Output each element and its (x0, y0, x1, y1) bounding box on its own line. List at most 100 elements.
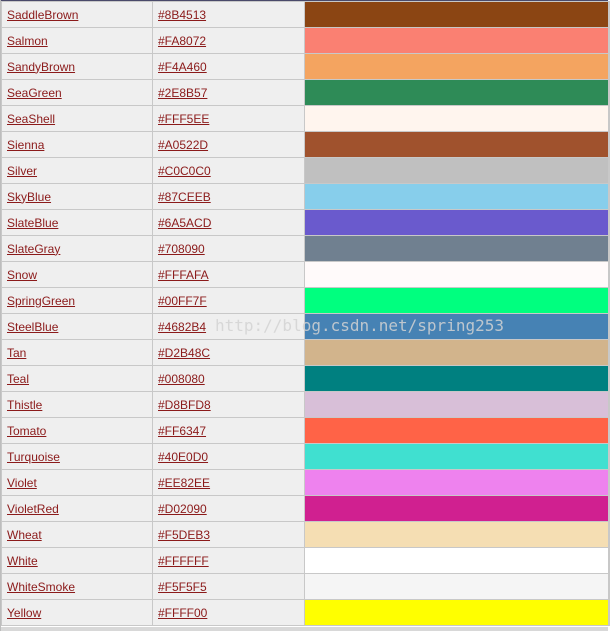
color-name-link[interactable]: WhiteSmoke (7, 580, 75, 594)
color-swatch (304, 391, 610, 418)
color-hex-cell: #FF6347 (152, 417, 305, 444)
color-hex-cell: #A0522D (152, 131, 305, 158)
color-name-link[interactable]: Thistle (7, 398, 42, 412)
color-swatch (304, 495, 610, 522)
color-hex-cell: #FFFFFF (152, 547, 305, 574)
color-name-link[interactable]: SeaGreen (7, 86, 62, 100)
color-hex-link[interactable]: #6A5ACD (158, 216, 211, 230)
color-hex-cell: #2E8B57 (152, 79, 305, 106)
color-hex-cell: #87CEEB (152, 183, 305, 210)
color-swatch (304, 209, 610, 236)
color-name-link[interactable]: SpringGreen (7, 294, 75, 308)
color-hex-cell: #F4A460 (152, 53, 305, 80)
table-row: Yellow #FFFF00 (1, 599, 610, 626)
color-name-cell: SandyBrown (1, 53, 153, 80)
table-row: SeaShell #FFF5EE (1, 105, 610, 132)
color-name-link[interactable]: SteelBlue (7, 320, 58, 334)
color-name-link[interactable]: SeaShell (7, 112, 55, 126)
color-swatch (304, 469, 610, 496)
table-row: Sienna #A0522D (1, 131, 610, 158)
color-name-cell: Sienna (1, 131, 153, 158)
color-name-cell: VioletRed (1, 495, 153, 522)
table-row: Snow #FFFAFA (1, 261, 610, 288)
table-row: Tan #D2B48C (1, 339, 610, 366)
color-hex-link[interactable]: #2E8B57 (158, 86, 207, 100)
color-hex-link[interactable]: #008080 (158, 372, 205, 386)
color-hex-link[interactable]: #FFFF00 (158, 606, 207, 620)
color-swatch (304, 573, 610, 600)
color-name-link[interactable]: Silver (7, 164, 37, 178)
color-name-link[interactable]: White (7, 554, 38, 568)
color-name-cell: Tan (1, 339, 153, 366)
color-name-link[interactable]: SandyBrown (7, 60, 75, 74)
table-row: Silver #C0C0C0 (1, 157, 610, 184)
color-hex-link[interactable]: #8B4513 (158, 8, 206, 22)
color-hex-cell: #008080 (152, 365, 305, 392)
color-swatch (304, 183, 610, 210)
color-hex-link[interactable]: #00FF7F (158, 294, 207, 308)
color-name-link[interactable]: Sienna (7, 138, 44, 152)
color-swatch (304, 157, 610, 184)
color-hex-link[interactable]: #FFF5EE (158, 112, 209, 126)
color-hex-cell: #F5DEB3 (152, 521, 305, 548)
color-hex-link[interactable]: #D02090 (158, 502, 207, 516)
color-name-cell: Tomato (1, 417, 153, 444)
color-name-cell: Silver (1, 157, 153, 184)
color-hex-link[interactable]: #87CEEB (158, 190, 211, 204)
color-hex-link[interactable]: #F5F5F5 (158, 580, 207, 594)
color-hex-link[interactable]: #FFFAFA (158, 268, 209, 282)
color-swatch (304, 313, 610, 340)
color-swatch (304, 547, 610, 574)
color-swatch (304, 287, 610, 314)
color-name-link[interactable]: Wheat (7, 528, 42, 542)
color-name-cell: Salmon (1, 27, 153, 54)
table-row: Salmon #FA8072 (1, 27, 610, 54)
color-name-link[interactable]: VioletRed (7, 502, 59, 516)
color-name-link[interactable]: Tan (7, 346, 26, 360)
color-table: SaddleBrown #8B4513 Salmon #FA8072 SandyBrow… (1, 1, 610, 626)
color-name-link[interactable]: Salmon (7, 34, 48, 48)
color-hex-link[interactable]: #4682B4 (158, 320, 206, 334)
color-hex-link[interactable]: #F4A460 (158, 60, 207, 74)
table-row: SteelBlue #4682B4 (1, 313, 610, 340)
color-hex-cell: #708090 (152, 235, 305, 262)
table-row: SandyBrown #F4A460 (1, 53, 610, 80)
color-name-cell: White (1, 547, 153, 574)
color-hex-link[interactable]: #C0C0C0 (158, 164, 211, 178)
color-name-cell: Turquoise (1, 443, 153, 470)
color-hex-link[interactable]: #A0522D (158, 138, 208, 152)
color-name-cell: SpringGreen (1, 287, 153, 314)
table-row: VioletRed #D02090 (1, 495, 610, 522)
color-hex-link[interactable]: #F5DEB3 (158, 528, 210, 542)
color-hex-link[interactable]: #D2B48C (158, 346, 210, 360)
color-hex-link[interactable]: #708090 (158, 242, 205, 256)
color-name-link[interactable]: Turquoise (7, 450, 60, 464)
color-name-cell: Teal (1, 365, 153, 392)
color-name-link[interactable]: Teal (7, 372, 29, 386)
color-name-link[interactable]: Tomato (7, 424, 46, 438)
next-row-partial (1, 627, 608, 631)
color-hex-cell: #D2B48C (152, 339, 305, 366)
color-hex-link[interactable]: #FA8072 (158, 34, 206, 48)
table-row: Teal #008080 (1, 365, 610, 392)
color-name-link[interactable]: Yellow (7, 606, 41, 620)
color-name-cell: Thistle (1, 391, 153, 418)
table-row: Tomato #FF6347 (1, 417, 610, 444)
color-name-link[interactable]: Snow (7, 268, 37, 282)
color-name-link[interactable]: SaddleBrown (7, 8, 78, 22)
color-name-cell: SeaGreen (1, 79, 153, 106)
table-row: Violet #EE82EE (1, 469, 610, 496)
color-name-cell: SkyBlue (1, 183, 153, 210)
color-name-cell: SteelBlue (1, 313, 153, 340)
color-name-link[interactable]: SlateGray (7, 242, 60, 256)
color-name-link[interactable]: Violet (7, 476, 37, 490)
color-hex-link[interactable]: #40E0D0 (158, 450, 208, 464)
color-name-link[interactable]: SkyBlue (7, 190, 51, 204)
color-hex-link[interactable]: #D8BFD8 (158, 398, 211, 412)
color-name-link[interactable]: SlateBlue (7, 216, 58, 230)
color-hex-link[interactable]: #FF6347 (158, 424, 206, 438)
table-row: White #FFFFFF (1, 547, 610, 574)
color-hex-cell: #40E0D0 (152, 443, 305, 470)
color-hex-link[interactable]: #FFFFFF (158, 554, 209, 568)
color-hex-link[interactable]: #EE82EE (158, 476, 210, 490)
